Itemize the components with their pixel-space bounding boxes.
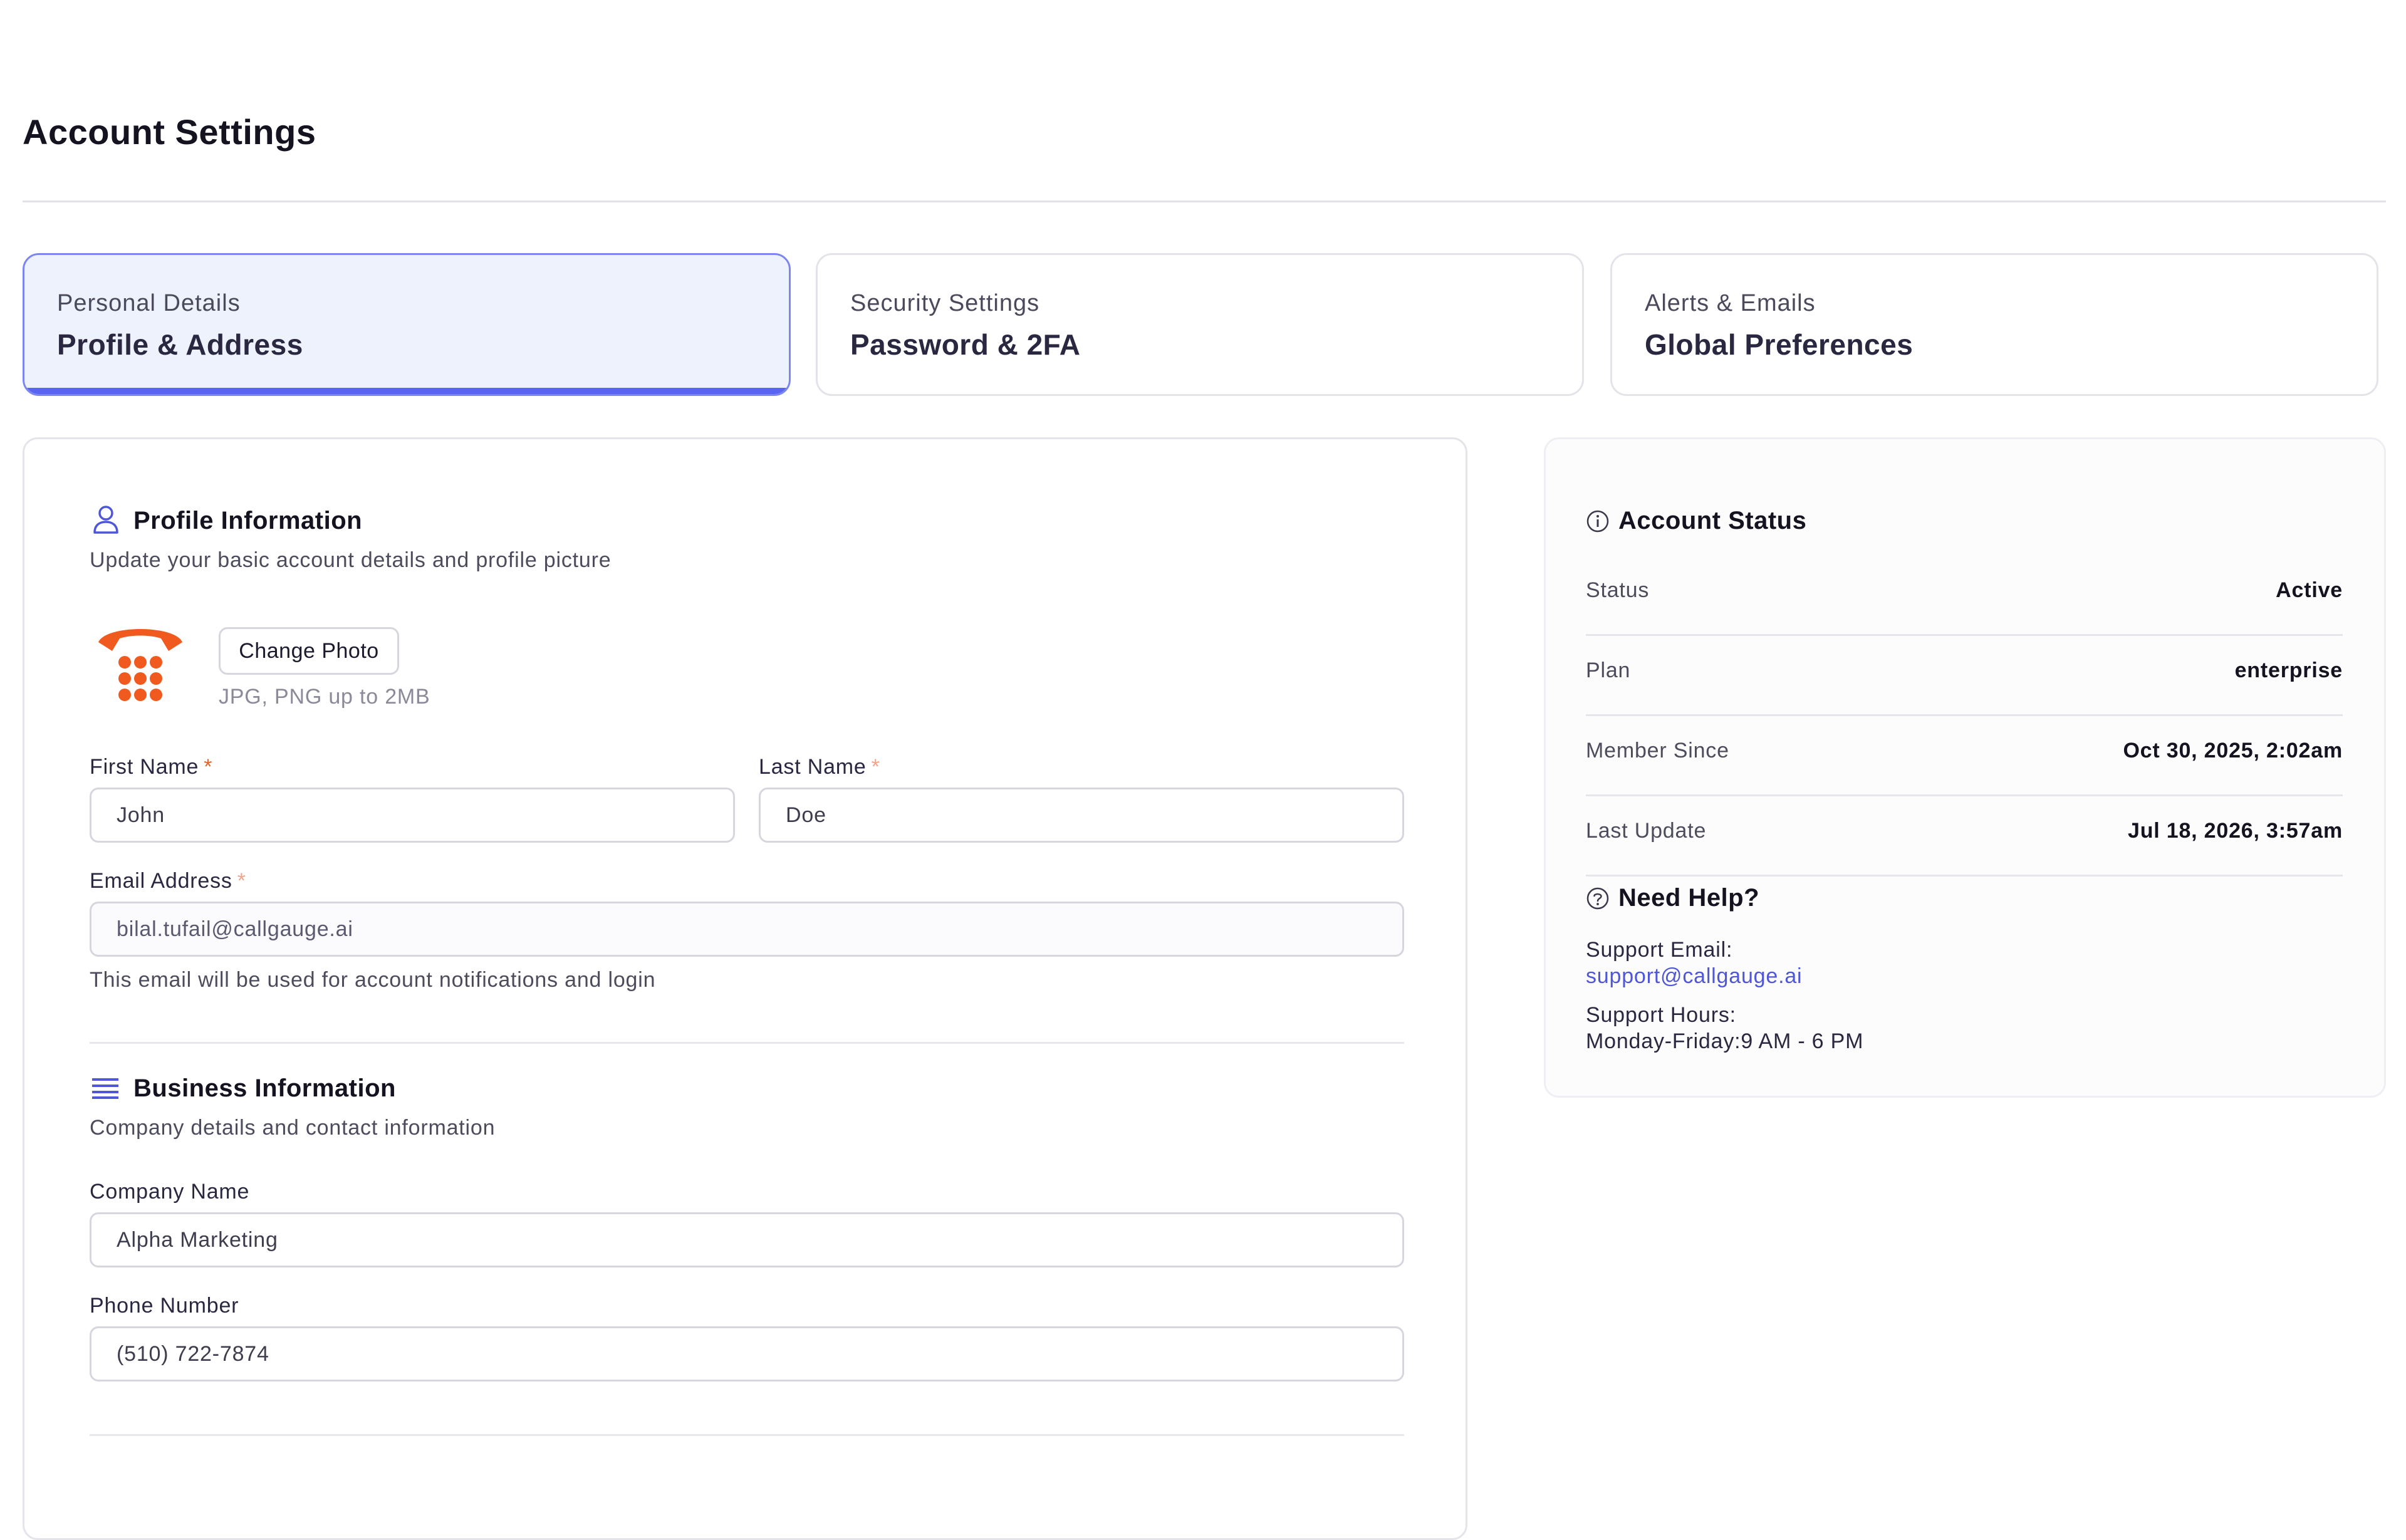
status-row-key: Member Since <box>1586 739 1729 762</box>
support-hours-label: Support Hours: <box>1586 1003 1736 1027</box>
list-icon <box>92 1077 118 1100</box>
email-help-text: This email will be used for account noti… <box>90 968 656 992</box>
status-row: Last Update Jul 18, 2026, 3:57am <box>1586 796 2343 877</box>
tab-title: Password & 2FA <box>850 328 1081 361</box>
row-divider <box>1586 875 2343 877</box>
status-row-key: Last Update <box>1586 819 1707 843</box>
user-icon <box>92 504 120 534</box>
status-row-value: enterprise <box>2234 658 2343 682</box>
tab-title: Profile & Address <box>57 328 303 361</box>
first-name-label-text: First Name <box>90 755 199 779</box>
status-row-key: Status <box>1586 578 1650 602</box>
status-row: Member Since Oct 30, 2025, 2:02am <box>1586 716 2343 796</box>
last-name-field[interactable]: Doe <box>759 788 1404 843</box>
company-name-field[interactable]: Alpha Marketing <box>90 1212 1404 1267</box>
section-divider <box>90 1434 1404 1436</box>
info-icon <box>1586 509 1610 533</box>
phone-avatar-icon <box>95 621 186 712</box>
status-row-value: Jul 18, 2026, 3:57am <box>2127 819 2343 843</box>
required-mark: * <box>204 755 213 779</box>
required-mark: * <box>871 755 880 779</box>
first-name-label: First Name * <box>90 755 212 779</box>
photo-hint: JPG, PNG up to 2MB <box>219 685 430 709</box>
support-email-label: Support Email: <box>1586 938 1733 962</box>
profile-card: Profile Information Update your basic ac… <box>23 437 1467 1540</box>
section-divider <box>90 1042 1404 1044</box>
last-name-label: Last Name * <box>759 755 880 779</box>
first-name-field[interactable]: John <box>90 788 735 843</box>
section-title-business: Business Information <box>133 1074 396 1102</box>
need-help-title: Need Help? <box>1618 884 1760 912</box>
tab-security-settings[interactable]: Security Settings Password & 2FA <box>816 253 1584 396</box>
section-title-profile: Profile Information <box>133 507 363 534</box>
tab-personal-details[interactable]: Personal Details Profile & Address <box>23 253 791 396</box>
section-description-business: Company details and contact information <box>90 1116 496 1140</box>
status-row-key: Plan <box>1586 658 1631 682</box>
tab-subtitle: Alerts & Emails <box>1645 290 1816 316</box>
support-hours-value: Monday-Friday:9 AM - 6 PM <box>1586 1029 1864 1053</box>
required-mark: * <box>237 869 246 893</box>
phone-number-label: Phone Number <box>90 1294 239 1318</box>
help-circle-icon <box>1586 887 1610 910</box>
status-row-value: Active <box>2276 578 2343 602</box>
active-tab-indicator <box>24 388 789 394</box>
support-email-link[interactable]: support@callgauge.ai <box>1586 964 1802 989</box>
email-label-text: Email Address <box>90 869 232 893</box>
account-status-card: Account Status Status Active Plan enterp… <box>1544 437 2386 1098</box>
tab-alerts-emails[interactable]: Alerts & Emails Global Preferences <box>1610 253 2378 396</box>
last-name-label-text: Last Name <box>759 755 867 779</box>
status-row: Status Active <box>1586 556 2343 636</box>
status-row-value: Oct 30, 2025, 2:02am <box>2123 739 2343 762</box>
phone-number-field[interactable]: (510) 722-7874 <box>90 1326 1404 1381</box>
company-name-label: Company Name <box>90 1180 250 1204</box>
email-label: Email Address * <box>90 869 246 893</box>
change-photo-button[interactable]: Change Photo <box>219 627 399 675</box>
email-field[interactable]: bilal.tufail@callgauge.ai <box>90 902 1404 957</box>
tab-subtitle: Personal Details <box>57 290 241 316</box>
page-title: Account Settings <box>23 112 316 152</box>
account-status-title: Account Status <box>1618 507 1807 534</box>
section-description-profile: Update your basic account details and pr… <box>90 548 612 572</box>
tab-subtitle: Security Settings <box>850 290 1040 316</box>
status-row: Plan enterprise <box>1586 636 2343 716</box>
header-divider <box>23 200 2386 202</box>
tab-title: Global Preferences <box>1645 328 1914 361</box>
